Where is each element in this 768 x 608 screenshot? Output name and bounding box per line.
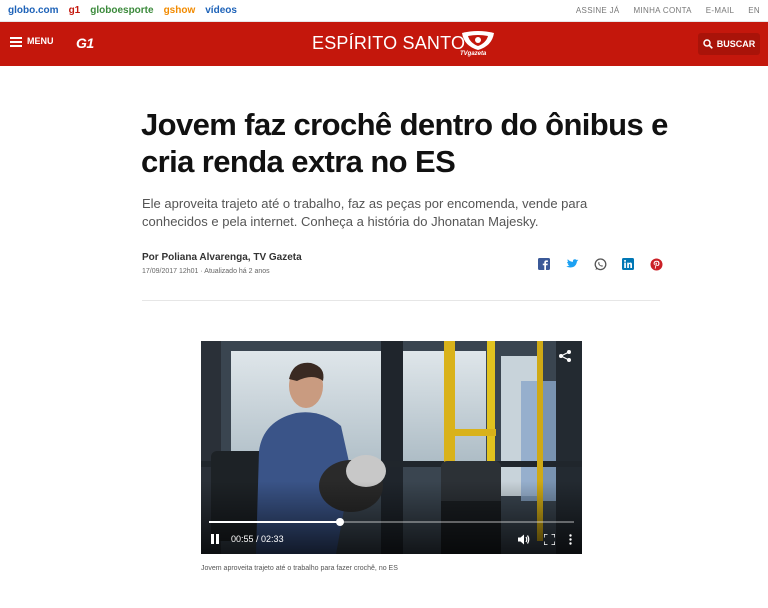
- menu-label: MENU: [27, 36, 54, 46]
- more-options-icon[interactable]: [569, 533, 572, 545]
- link-globoesporte[interactable]: globoesporte: [90, 5, 153, 16]
- g1-logo[interactable]: G1: [76, 35, 94, 51]
- search-label: BUSCAR: [716, 39, 756, 49]
- video-caption: Jovem aproveita trajeto até o trabalho p…: [201, 565, 398, 572]
- article-byline: Por Poliana Alvarenga, TV Gazeta: [142, 252, 302, 263]
- volume-icon[interactable]: [518, 534, 530, 545]
- menu-button[interactable]: MENU: [10, 36, 54, 47]
- tv-gazeta-logo: TVgazeta: [458, 30, 498, 60]
- article-title: Jovem faz crochê dentro do ônibus e cria…: [141, 107, 668, 179]
- video-player[interactable]: 00:55 / 02:33: [201, 341, 582, 554]
- video-progress-bar[interactable]: [209, 518, 574, 526]
- share-bar: [537, 257, 663, 271]
- facebook-icon[interactable]: [537, 257, 551, 271]
- subscribe-link[interactable]: ASSINE JÁ: [576, 6, 620, 15]
- article-date: 17/09/2017 12h01 · Atualizado há 2 anos: [142, 268, 270, 275]
- pause-icon[interactable]: [211, 534, 221, 544]
- pinterest-icon[interactable]: [649, 257, 663, 271]
- email-link[interactable]: E-MAIL: [706, 6, 734, 15]
- twitter-icon[interactable]: [565, 257, 579, 271]
- fullscreen-icon[interactable]: [544, 533, 555, 545]
- search-button[interactable]: BUSCAR: [698, 33, 760, 55]
- video-current-time: 00:55: [231, 534, 254, 544]
- divider: [142, 300, 660, 301]
- site-header: MENU G1 ESPÍRITO SANTO TVgazeta BUSCAR: [0, 22, 768, 66]
- account-links: ASSINE JÁ MINHA CONTA E-MAIL EN: [576, 6, 760, 15]
- portal-links: globo.com g1 globoesporte gshow vídeos: [8, 5, 237, 16]
- region-title[interactable]: ESPÍRITO SANTO: [312, 33, 465, 54]
- link-gshow[interactable]: gshow: [164, 5, 196, 16]
- link-globo-com[interactable]: globo.com: [8, 5, 59, 16]
- linkedin-icon[interactable]: [621, 257, 635, 271]
- hamburger-icon: [10, 36, 22, 47]
- article-subtitle: Ele aproveita trajeto até o trabalho, fa…: [142, 196, 588, 229]
- tv-gazeta-mark-icon: [462, 31, 494, 50]
- link-g1[interactable]: g1: [69, 5, 81, 16]
- video-right-controls: [518, 533, 572, 545]
- video-time-separator: /: [253, 534, 262, 544]
- tv-gazeta-label: TVgazeta: [460, 51, 487, 57]
- video-duration: 02:33: [261, 534, 284, 544]
- link-videos[interactable]: vídeos: [205, 5, 237, 16]
- video-share-icon[interactable]: [558, 349, 572, 363]
- search-icon: [702, 39, 713, 49]
- whatsapp-icon[interactable]: [593, 257, 607, 271]
- globo-topbar: globo.com g1 globoesporte gshow vídeos A…: [0, 0, 768, 22]
- video-controls: 00:55 / 02:33: [201, 524, 582, 554]
- enter-link[interactable]: EN: [748, 6, 760, 15]
- video-progress-fill: [209, 521, 341, 523]
- my-account-link[interactable]: MINHA CONTA: [634, 6, 692, 15]
